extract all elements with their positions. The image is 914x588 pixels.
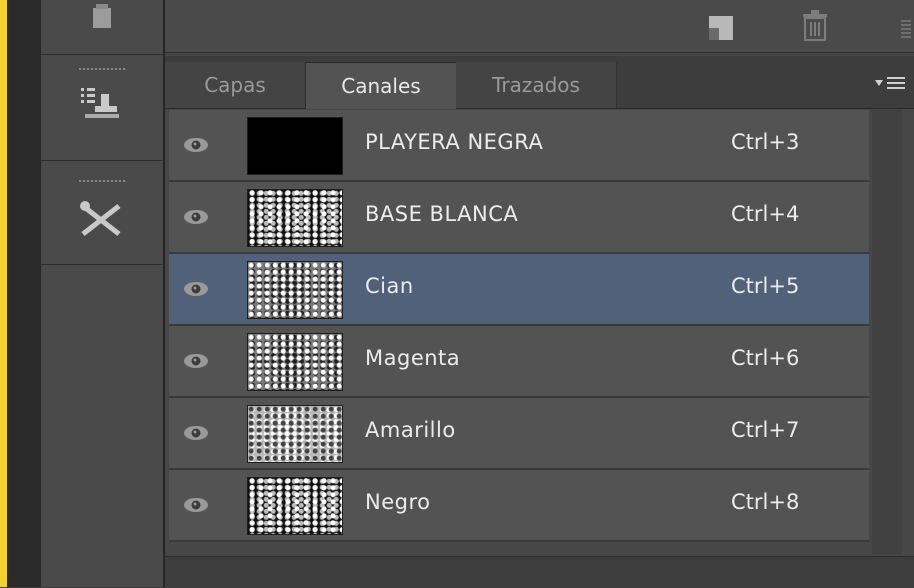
trash-icon[interactable] (801, 10, 829, 42)
channel-row[interactable]: Cian Ctrl+5 (169, 254, 869, 326)
channel-thumbnail (247, 189, 343, 247)
channel-shortcut: Ctrl+3 (731, 130, 800, 154)
grip-handle[interactable] (79, 68, 125, 70)
channel-thumbnail (247, 261, 343, 319)
channel-name: Negro (365, 490, 431, 514)
channel-thumbnail (247, 477, 343, 535)
tool-column (40, 0, 165, 587)
left-dock-strip (7, 0, 40, 587)
channels-panel: Capas Canales Trazados PLAYERA NEGRA Ctrl… (165, 0, 914, 588)
tool-slot-tools[interactable] (41, 184, 163, 265)
panel-menu-icon[interactable] (875, 76, 907, 92)
tool-slot-brushes[interactable] (41, 72, 163, 161)
resize-grip[interactable] (901, 20, 911, 38)
stamp-icon[interactable] (90, 4, 114, 30)
tab-canales[interactable]: Canales (305, 62, 457, 109)
new-channel-icon[interactable] (707, 14, 735, 42)
channel-list: PLAYERA NEGRA Ctrl+3 BASE BLANCA Ctrl+4 Cian… (169, 110, 869, 542)
channel-row[interactable]: PLAYERA NEGRA Ctrl+3 (169, 110, 869, 182)
tool-slot-top[interactable] (41, 0, 163, 55)
channel-row[interactable]: BASE BLANCA Ctrl+4 (169, 182, 869, 254)
eye-icon[interactable] (183, 208, 209, 226)
brush-presets-icon[interactable] (79, 86, 123, 126)
eye-icon[interactable] (183, 424, 209, 442)
tab-trazados[interactable]: Trazados (456, 62, 617, 108)
eye-icon[interactable] (183, 496, 209, 514)
channel-shortcut: Ctrl+4 (731, 202, 800, 226)
channel-name: BASE BLANCA (365, 202, 519, 226)
grip-handle[interactable] (79, 180, 125, 182)
channel-thumbnail (247, 405, 343, 463)
tab-bar: Capas Canales Trazados (165, 56, 914, 109)
channel-name: Cian (365, 274, 414, 298)
channel-row[interactable]: Magenta Ctrl+6 (169, 326, 869, 398)
channel-thumbnail (247, 333, 343, 391)
eye-icon[interactable] (183, 352, 209, 370)
channel-name: PLAYERA NEGRA (365, 130, 544, 154)
channel-name: Amarillo (365, 418, 456, 442)
tab-capas[interactable]: Capas (165, 62, 306, 108)
channel-row[interactable]: Negro Ctrl+8 (169, 470, 869, 542)
tools-icon[interactable] (79, 200, 125, 240)
scrollbar[interactable] (872, 110, 902, 554)
channel-shortcut: Ctrl+6 (731, 346, 800, 370)
channel-thumbnail (247, 117, 343, 175)
channel-name: Magenta (365, 346, 461, 370)
panel-footer (165, 556, 914, 588)
channel-shortcut: Ctrl+8 (731, 490, 800, 514)
panel-toolbar (165, 0, 914, 53)
eye-icon[interactable] (183, 136, 209, 154)
window-edge (0, 0, 7, 587)
eye-icon[interactable] (183, 280, 209, 298)
channel-shortcut: Ctrl+7 (731, 418, 800, 442)
channel-shortcut: Ctrl+5 (731, 274, 800, 298)
channel-row[interactable]: Amarillo Ctrl+7 (169, 398, 869, 470)
